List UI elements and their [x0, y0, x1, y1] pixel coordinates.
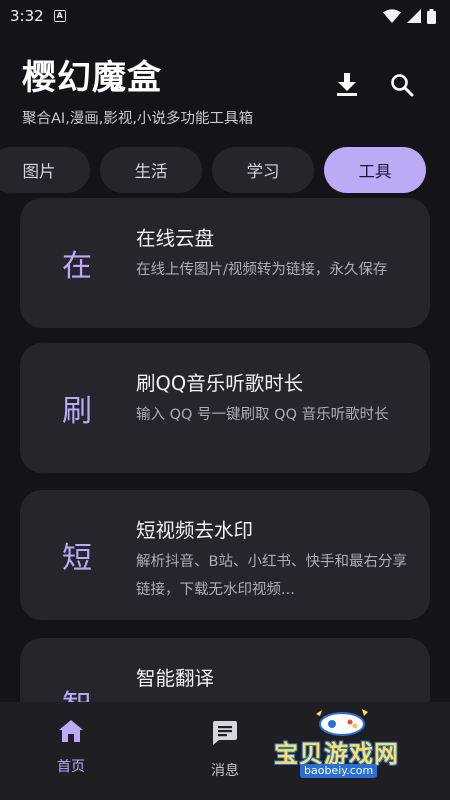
tab-label: 生活 [134, 162, 168, 181]
card-title: 在线云盘 [136, 227, 215, 250]
card-online-cloud-disk[interactable]: 在 在线云盘 在线上传图片/视频转为链接，永久保存 [20, 198, 430, 328]
search-button[interactable] [387, 70, 417, 100]
category-tabs: 图片 生活 学习 工具 [0, 147, 426, 193]
card-glyph: 刷 [62, 394, 92, 429]
status-time: 3:32 [10, 7, 44, 25]
card-description: 在线上传图片/视频转为链接，永久保存 [136, 262, 388, 278]
app-title: 樱幻魔盒 [22, 58, 162, 98]
card-description: 输入 QQ 号一键刷取 QQ 音乐听歌时长 [136, 407, 389, 423]
app-header: 樱幻魔盒 聚合AI,漫画,影视,小说多功能工具箱 [0, 40, 450, 140]
battery-icon [427, 8, 436, 24]
download-icon [337, 73, 357, 96]
signal-icon [407, 9, 421, 23]
tool-list: 在 在线云盘 在线上传图片/视频转为链接，永久保存 刷 刷QQ音乐听歌时长 输入… [0, 198, 450, 702]
tab-tools[interactable]: 工具 [324, 147, 426, 193]
tab-life[interactable]: 生活 [100, 147, 202, 193]
status-bar: 3:32 A [0, 0, 450, 32]
card-glyph: 在 [62, 249, 92, 284]
nav-home[interactable]: 首页 [26, 720, 116, 776]
card-smart-translation[interactable]: 智 智能翻译 [20, 638, 430, 702]
card-title: 刷QQ音乐听歌时长 [136, 372, 304, 395]
card-glyph: 短 [62, 541, 92, 576]
card-title: 智能翻译 [136, 667, 215, 690]
tab-label: 图片 [22, 162, 56, 181]
card-glyph: 智 [62, 638, 92, 702]
nav-label: 消息 [211, 763, 239, 779]
card-video-watermark-removal[interactable]: 短 短视频去水印 解析抖音、B站、小红书、快手和最右分享链接，下载无水印视频..… [20, 490, 430, 620]
search-icon [391, 74, 414, 97]
message-icon [213, 721, 237, 745]
tab-images[interactable]: 图片 [0, 147, 90, 193]
card-description: 解析抖音、B站、小红书、快手和最右分享链接，下载无水印视频... [136, 554, 407, 598]
watermark-url: baobeiy.com [300, 764, 378, 778]
tab-label: 学习 [246, 162, 280, 181]
tab-label: 工具 [358, 162, 392, 181]
gamepad-icon [316, 709, 368, 736]
nav-label: 首页 [57, 759, 85, 775]
card-title: 短视频去水印 [136, 519, 254, 542]
home-icon [59, 720, 83, 742]
card-qq-music-time[interactable]: 刷 刷QQ音乐听歌时长 输入 QQ 号一键刷取 QQ 音乐听歌时长 [20, 343, 430, 473]
tab-study[interactable]: 学习 [212, 147, 314, 193]
notification-a-icon: A [53, 10, 66, 22]
download-button[interactable] [332, 70, 362, 100]
nav-messages[interactable]: 消息 [180, 720, 270, 780]
status-icons [383, 8, 436, 24]
watermark-logo: 宝贝游戏网 baobeiy.com [270, 706, 420, 784]
wifi-icon [383, 9, 401, 23]
app-subtitle: 聚合AI,漫画,影视,小说多功能工具箱 [22, 111, 254, 127]
